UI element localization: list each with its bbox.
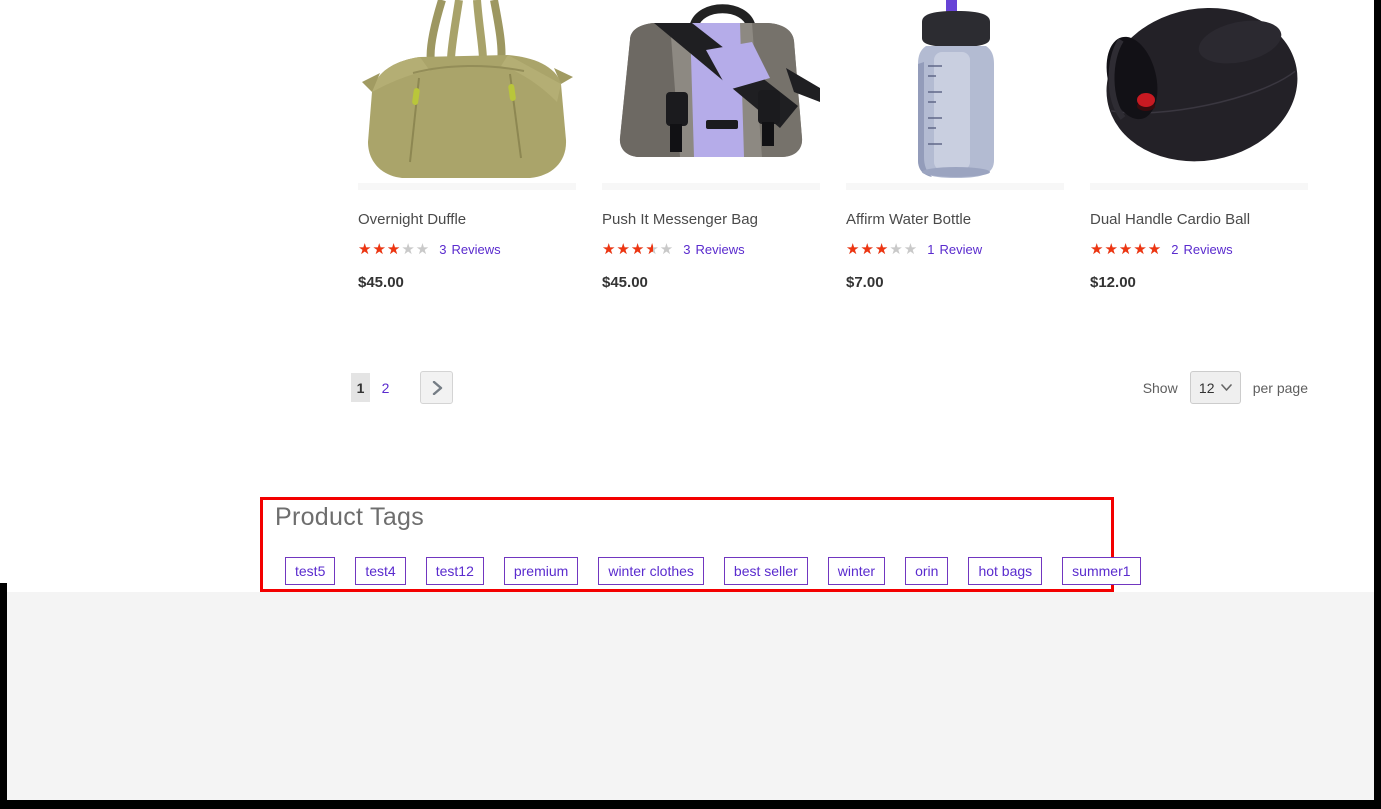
product-card: Dual Handle Cardio Ball ★★★★★★★★★★ 2Revi…: [1090, 0, 1308, 291]
reviews-link[interactable]: 3Reviews: [683, 242, 744, 257]
product-price: $45.00: [358, 274, 576, 291]
image-bottom-edge: [358, 183, 576, 190]
product-tags-widget: Product Tags test5 test4 test12 premium …: [260, 497, 1114, 592]
chevron-down-icon: [1221, 384, 1232, 391]
tag-hot-bags[interactable]: hot bags: [968, 557, 1042, 585]
star-rating-icons: ★★★★★★★★★★: [358, 242, 430, 257]
product-rating: ★★★★★★★★★★ 1Review: [846, 241, 1064, 257]
pagination-current-page: 1: [351, 373, 370, 402]
reviews-link[interactable]: 1Review: [927, 242, 982, 257]
tag-test5[interactable]: test5: [285, 557, 335, 585]
screen-edge-left: [0, 583, 7, 809]
tag-test4[interactable]: test4: [355, 557, 405, 585]
image-bottom-edge: [1090, 183, 1308, 190]
screen-edge-right: [1374, 0, 1381, 809]
water-bottle-image: [846, 0, 1064, 190]
reviews-link[interactable]: 3Reviews: [439, 242, 500, 257]
screen-edge-bottom: [0, 800, 1381, 809]
chevron-right-icon: [431, 381, 443, 395]
product-card: Push It Messenger Bag ★★★★★★★★★★ 3Review…: [602, 0, 820, 291]
image-bottom-edge: [602, 183, 820, 190]
product-price: $45.00: [602, 274, 820, 291]
per-page-select[interactable]: 12: [1190, 371, 1241, 404]
product-rating: ★★★★★★★★★★ 2Reviews: [1090, 241, 1308, 257]
product-image-overnight-duffle[interactable]: [358, 0, 576, 190]
product-card: Overnight Duffle ★★★★★★★★★★ 3Reviews $45…: [358, 0, 576, 291]
page-footer: About us Customer Service Search Terms P…: [0, 592, 1381, 800]
pagination: 1 2: [351, 371, 453, 404]
tag-test12[interactable]: test12: [426, 557, 484, 585]
show-label: Show: [1143, 380, 1178, 396]
product-card: Affirm Water Bottle ★★★★★★★★★★ 1Review $…: [846, 0, 1064, 291]
tag-orin[interactable]: orin: [905, 557, 948, 585]
star-rating-icons: ★★★★★★★★★★: [1090, 242, 1162, 257]
product-image-push-it-messenger-bag[interactable]: [602, 0, 820, 190]
product-name-link[interactable]: Dual Handle Cardio Ball: [1090, 211, 1308, 228]
duffle-bag-image: [358, 0, 576, 190]
product-tags-title: Product Tags: [263, 500, 1111, 532]
tag-summer1[interactable]: summer1: [1062, 557, 1140, 585]
tag-winter[interactable]: winter: [828, 557, 885, 585]
product-price: $7.00: [846, 274, 1064, 291]
product-name-link[interactable]: Affirm Water Bottle: [846, 211, 1064, 228]
reviews-link[interactable]: 2Reviews: [1171, 242, 1232, 257]
product-rating: ★★★★★★★★★★ 3Reviews: [602, 241, 820, 257]
product-rating: ★★★★★★★★★★ 3Reviews: [358, 241, 576, 257]
tag-best-seller[interactable]: best seller: [724, 557, 808, 585]
product-name-link[interactable]: Overnight Duffle: [358, 211, 576, 228]
star-rating-icons: ★★★★★★★★★★: [602, 242, 674, 257]
product-price: $12.00: [1090, 274, 1308, 291]
product-image-affirm-water-bottle[interactable]: [846, 0, 1064, 190]
tag-winter-clothes[interactable]: winter clothes: [598, 557, 704, 585]
product-image-dual-handle-cardio-ball[interactable]: [1090, 0, 1308, 190]
star-rating-icons: ★★★★★★★★★★: [846, 242, 918, 257]
storefront-page: Overnight Duffle ★★★★★★★★★★ 3Reviews $45…: [0, 0, 1381, 809]
per-page-label: per page: [1253, 380, 1308, 396]
pagination-next-button[interactable]: [420, 371, 453, 404]
tag-premium[interactable]: premium: [504, 557, 578, 585]
product-name-link[interactable]: Push It Messenger Bag: [602, 211, 820, 228]
per-page-toolbar: Show 12 per page: [1143, 371, 1308, 404]
cardio-ball-image: [1090, 0, 1308, 190]
pagination-page-2-link[interactable]: 2: [376, 373, 395, 402]
product-tags-list: test5 test4 test12 premium winter clothe…: [285, 557, 1161, 585]
image-bottom-edge: [846, 183, 1064, 190]
messenger-bag-image: [602, 0, 820, 190]
